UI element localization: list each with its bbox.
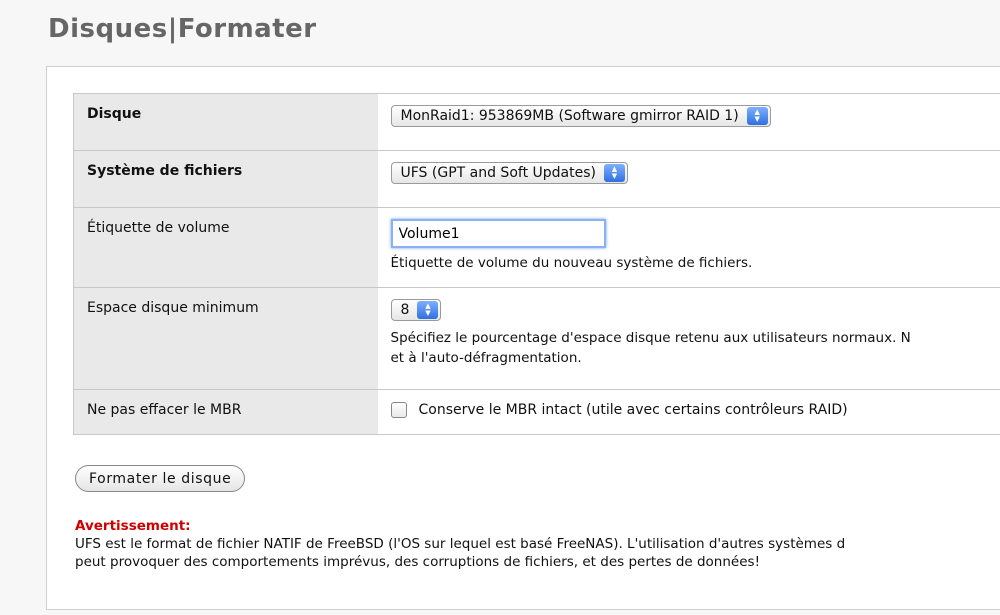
filesystem-select[interactable]: UFS (GPT and Soft Updates) ▲ ▼ [390, 162, 628, 184]
volume-label-label: Étiquette de volume [73, 207, 378, 288]
min-space-hint-line1: Spécifiez le pourcentage d'espace disque… [390, 330, 911, 346]
filesystem-label: Système de fichiers [73, 150, 378, 208]
min-space-hint-line2: et à l'auto-défragmentation. [390, 350, 582, 366]
keep-mbr-label: Ne pas effacer le MBR [73, 389, 378, 435]
min-space-label: Espace disque minimum [73, 287, 378, 390]
format-form-table: Disque MonRaid1: 953869MB (Software gmir… [73, 93, 1000, 435]
select-arrows-icon: ▲ ▼ [417, 301, 439, 319]
select-arrows-icon: ▲ ▼ [603, 164, 625, 182]
volume-label-hint: Étiquette de volume du nouveau système d… [390, 255, 753, 271]
warning-title: Avertissement: [75, 518, 191, 534]
format-disk-button[interactable]: Formater le disque [75, 465, 246, 492]
min-space-select-value: 8 [400, 302, 410, 318]
warning-box: Avertissement: UFS est le format de fich… [75, 517, 1000, 571]
keep-mbr-option[interactable]: Conserve le MBR intact (utile avec certa… [390, 402, 1000, 418]
min-space-hint: Spécifiez le pourcentage d'espace disque… [391, 328, 1000, 368]
warning-line2: peut provoquer des comportements imprévu… [75, 554, 760, 570]
filesystem-row: Système de fichiers UFS (GPT and Soft Up… [73, 150, 1000, 208]
disk-row: Disque MonRaid1: 953869MB (Software gmir… [73, 93, 1000, 151]
volume-label-input[interactable] [390, 219, 606, 248]
warning-line1: UFS est le format de fichier NATIF de Fr… [75, 536, 846, 552]
volume-label-row: Étiquette de volume Étiquette de volume … [73, 207, 1000, 288]
select-arrows-icon: ▲ ▼ [746, 107, 768, 125]
disk-select-value: MonRaid1: 953869MB (Software gmirror RAI… [400, 108, 739, 124]
filesystem-select-value: UFS (GPT and Soft Updates) [400, 165, 596, 181]
min-space-select[interactable]: 8 ▲ ▼ [390, 299, 442, 321]
page-title: Disques|Formater [48, 14, 317, 44]
disk-select[interactable]: MonRaid1: 953869MB (Software gmirror RAI… [390, 105, 771, 127]
min-space-row: Espace disque minimum 8 ▲ ▼ Spécifiez le … [73, 287, 1000, 390]
format-panel: Disque MonRaid1: 953869MB (Software gmir… [46, 66, 1000, 610]
disk-label: Disque [73, 93, 378, 151]
keep-mbr-checkbox-label: Conserve le MBR intact (utile avec certa… [418, 402, 848, 418]
keep-mbr-row: Ne pas effacer le MBR Conserve le MBR in… [73, 389, 1000, 435]
keep-mbr-checkbox[interactable] [390, 402, 407, 418]
